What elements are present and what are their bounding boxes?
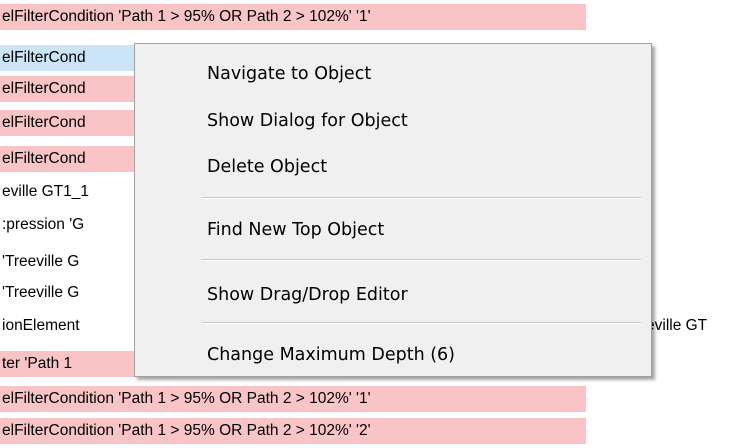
menu-separator (201, 322, 641, 324)
menu-separator (201, 259, 641, 261)
tree-row[interactable]: elFilterCond (0, 76, 142, 102)
tree-row[interactable]: ter 'Path 1 (0, 351, 142, 377)
tree-row[interactable]: elFilterCond (0, 110, 142, 136)
menu-item-change-maximum-depth[interactable]: Change Maximum Depth (6) (135, 335, 651, 375)
tree-row[interactable]: 'Treeville G (0, 280, 79, 306)
menu-item-delete-object[interactable]: Delete Object (135, 147, 651, 187)
menu-item-show-dialog-for-object[interactable]: Show Dialog for Object (135, 101, 651, 141)
tree-row[interactable]: elFilterCondition 'Path 1 > 95% OR Path … (0, 386, 586, 412)
tree-row-selected[interactable]: elFilterCond (0, 45, 142, 71)
menu-item-show-drag-drop-editor[interactable]: Show Drag/Drop Editor (135, 275, 651, 315)
tree-row[interactable]: elFilterCond (0, 146, 142, 172)
tree-row-overflow-text: eville GT (646, 317, 708, 334)
tree-row[interactable]: :pression 'G (0, 212, 84, 238)
menu-item-navigate-to-object[interactable]: Navigate to Object (135, 54, 651, 94)
tree-row[interactable]: ionElement (0, 313, 80, 339)
menu-item-find-new-top-object[interactable]: Find New Top Object (135, 210, 651, 250)
tree-row[interactable]: 'Treeville G (0, 249, 79, 275)
menu-separator (201, 197, 641, 199)
tree-row[interactable]: elFilterCondition 'Path 1 > 95% OR Path … (0, 4, 586, 30)
context-menu: Navigate to Object Show Dialog for Objec… (134, 43, 652, 377)
tree-row[interactable]: elFilterCondition 'Path 1 > 95% OR Path … (0, 418, 586, 444)
tree-row[interactable]: eville GT1_1 (0, 179, 89, 205)
